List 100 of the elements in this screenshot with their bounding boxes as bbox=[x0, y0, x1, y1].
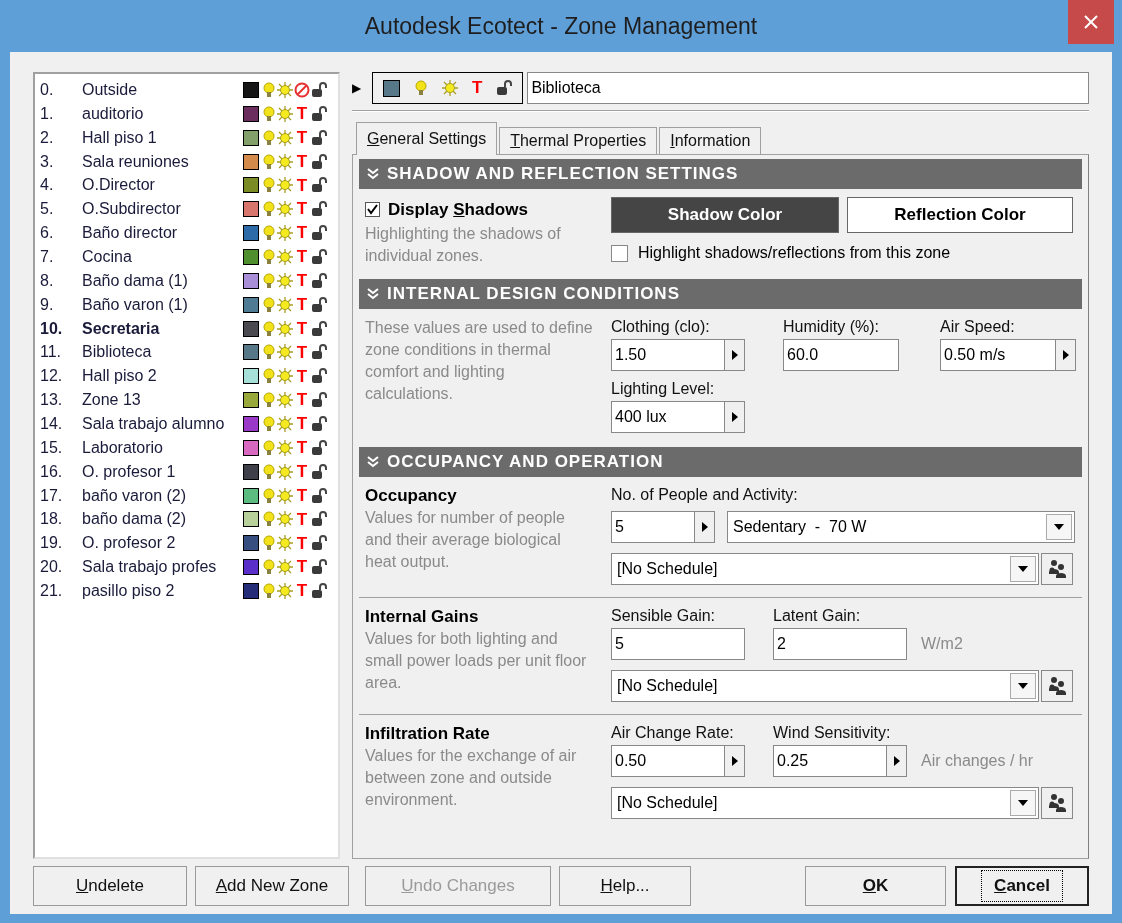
thermal-mark: T bbox=[295, 222, 309, 245]
sun-icon bbox=[277, 129, 293, 146]
spin-button[interactable] bbox=[725, 338, 745, 371]
input-field[interactable]: 1.50 bbox=[611, 338, 725, 371]
right-triangle-icon bbox=[731, 411, 738, 422]
description: Highlighting the shadows of individual zones. bbox=[365, 223, 562, 266]
close-button[interactable] bbox=[1068, 0, 1114, 44]
thermal-mark: T bbox=[295, 365, 309, 388]
spin-button[interactable] bbox=[887, 744, 907, 777]
spin-button[interactable] bbox=[725, 744, 745, 777]
zone-name[interactable]: Baño director bbox=[82, 221, 242, 246]
zone-name-field[interactable]: Biblioteca bbox=[527, 72, 1089, 104]
thermal-mark: T bbox=[295, 556, 309, 579]
checkbox[interactable] bbox=[611, 244, 628, 262]
thermal-mark: T bbox=[295, 150, 309, 173]
light-bulb-icon bbox=[262, 487, 276, 504]
description: Values for number of people and their average biological heat output. bbox=[365, 507, 566, 572]
zone-name[interactable]: Secretaria bbox=[82, 316, 242, 341]
zone-name[interactable]: Hall piso 2 bbox=[82, 364, 242, 389]
dropdown-button[interactable] bbox=[1046, 513, 1072, 540]
field-label: Air Change Rate: bbox=[611, 722, 735, 743]
dialog-button[interactable]: Add New Zone bbox=[195, 866, 349, 906]
zone-name[interactable]: baño varon (2) bbox=[82, 483, 242, 508]
sun-icon bbox=[277, 487, 293, 504]
schedule-dropdown[interactable]: [No Schedule] bbox=[611, 669, 1039, 702]
zone-name[interactable]: Zone 13 bbox=[82, 388, 242, 413]
tab[interactable]: General Settings bbox=[356, 122, 498, 155]
zone-name[interactable]: Sala reuniones bbox=[82, 149, 242, 174]
zone-name[interactable]: Laboratorio bbox=[82, 435, 242, 460]
check-icon bbox=[367, 204, 378, 216]
schedule-button[interactable] bbox=[1041, 786, 1073, 819]
spin-button[interactable] bbox=[725, 400, 745, 433]
zone-name[interactable]: pasillo piso 2 bbox=[82, 579, 242, 603]
padlock-icon bbox=[311, 225, 327, 242]
zone-name[interactable]: Baño varon (1) bbox=[82, 292, 242, 317]
thermal-mark: T bbox=[295, 580, 309, 603]
padlock-icon bbox=[311, 439, 327, 456]
schedule-button[interactable] bbox=[1041, 669, 1073, 702]
double-chevron-icon bbox=[367, 168, 379, 180]
light-bulb-icon bbox=[262, 272, 276, 289]
zone-name[interactable]: O. profesor 1 bbox=[82, 459, 242, 484]
section-header[interactable]: SHADOW AND REFLECTION SETTINGS bbox=[359, 159, 1082, 189]
input-field[interactable]: 400 lux bbox=[611, 400, 725, 433]
group-heading: Infiltration Rate bbox=[365, 722, 491, 745]
padlock-icon bbox=[311, 105, 327, 122]
expand-arrow[interactable]: ▶ bbox=[352, 79, 362, 97]
input-field[interactable]: 0.50 bbox=[611, 744, 725, 777]
section-title: SHADOW AND REFLECTION SETTINGS bbox=[387, 163, 739, 186]
tab[interactable]: Information bbox=[659, 127, 762, 154]
activity-dropdown[interactable]: Sedentary - 70 W bbox=[727, 510, 1075, 543]
schedule-dropdown[interactable]: [No Schedule] bbox=[611, 786, 1039, 819]
zone-name[interactable]: O.Director bbox=[82, 173, 242, 198]
padlock-icon bbox=[311, 487, 327, 504]
input-field[interactable]: 5 bbox=[611, 510, 695, 543]
input-field[interactable]: 60.0 bbox=[783, 338, 899, 371]
zone-name[interactable]: auditorio bbox=[82, 101, 242, 126]
input-field[interactable]: 2 bbox=[773, 627, 907, 660]
dropdown-button[interactable] bbox=[1010, 789, 1036, 816]
right-triangle-icon bbox=[731, 755, 738, 766]
zone-name[interactable]: Sala trabajo alumno bbox=[82, 411, 242, 436]
field-label: Clothing (clo): bbox=[611, 316, 711, 337]
zone-number: 11. bbox=[40, 342, 63, 363]
zone-name[interactable]: O. profesor 2 bbox=[82, 531, 242, 556]
spin-button[interactable] bbox=[1056, 338, 1076, 371]
zone-name[interactable]: Sala trabajo profes bbox=[82, 555, 242, 580]
dialog-button[interactable]: Undelete bbox=[33, 866, 187, 906]
checkbox[interactable] bbox=[365, 202, 380, 218]
dialog-button[interactable]: Cancel bbox=[955, 866, 1089, 906]
schedule-dropdown[interactable]: [No Schedule] bbox=[611, 552, 1039, 585]
input-field[interactable]: 0.50 m/s bbox=[940, 338, 1056, 371]
zone-number: 12. bbox=[40, 366, 64, 387]
double-chevron-icon bbox=[367, 455, 379, 468]
thermal-mark: T bbox=[295, 341, 309, 364]
dialog-button[interactable]: Help... bbox=[559, 866, 691, 906]
reflection-color-button[interactable]: Reflection Color bbox=[847, 197, 1073, 233]
zone-number: 17. bbox=[40, 485, 64, 506]
zone-number: 1. bbox=[40, 103, 55, 124]
tab[interactable]: Thermal Properties bbox=[499, 127, 658, 154]
thermal-mark: T bbox=[295, 270, 309, 293]
zone-list[interactable] bbox=[33, 72, 340, 859]
dropdown-button[interactable] bbox=[1010, 672, 1036, 699]
zone-name[interactable]: O.Subdirector bbox=[82, 197, 242, 222]
padlock-icon bbox=[311, 129, 327, 146]
spin-button[interactable] bbox=[695, 510, 715, 543]
light-bulb-icon bbox=[262, 296, 276, 313]
schedule-button[interactable] bbox=[1041, 552, 1073, 585]
zone-name[interactable]: Cocina bbox=[82, 244, 242, 269]
padlock-icon bbox=[311, 392, 327, 409]
dialog-button[interactable]: OK bbox=[805, 866, 946, 906]
zone-name[interactable]: Outside bbox=[82, 77, 242, 102]
shadow-color-button[interactable]: Shadow Color bbox=[611, 197, 839, 233]
zone-name[interactable]: Biblioteca bbox=[82, 340, 242, 365]
section-header[interactable]: OCCUPANCY AND OPERATION bbox=[359, 446, 1082, 477]
section-header[interactable]: INTERNAL DESIGN CONDITIONS bbox=[359, 278, 1082, 309]
zone-name[interactable]: baño dama (2) bbox=[82, 507, 242, 532]
input-field[interactable]: 0.25 bbox=[773, 744, 887, 777]
zone-name[interactable]: Baño dama (1) bbox=[82, 268, 242, 293]
input-field[interactable]: 5 bbox=[611, 627, 745, 660]
zone-name[interactable]: Hall piso 1 bbox=[82, 125, 242, 150]
dropdown-button[interactable] bbox=[1010, 555, 1036, 582]
